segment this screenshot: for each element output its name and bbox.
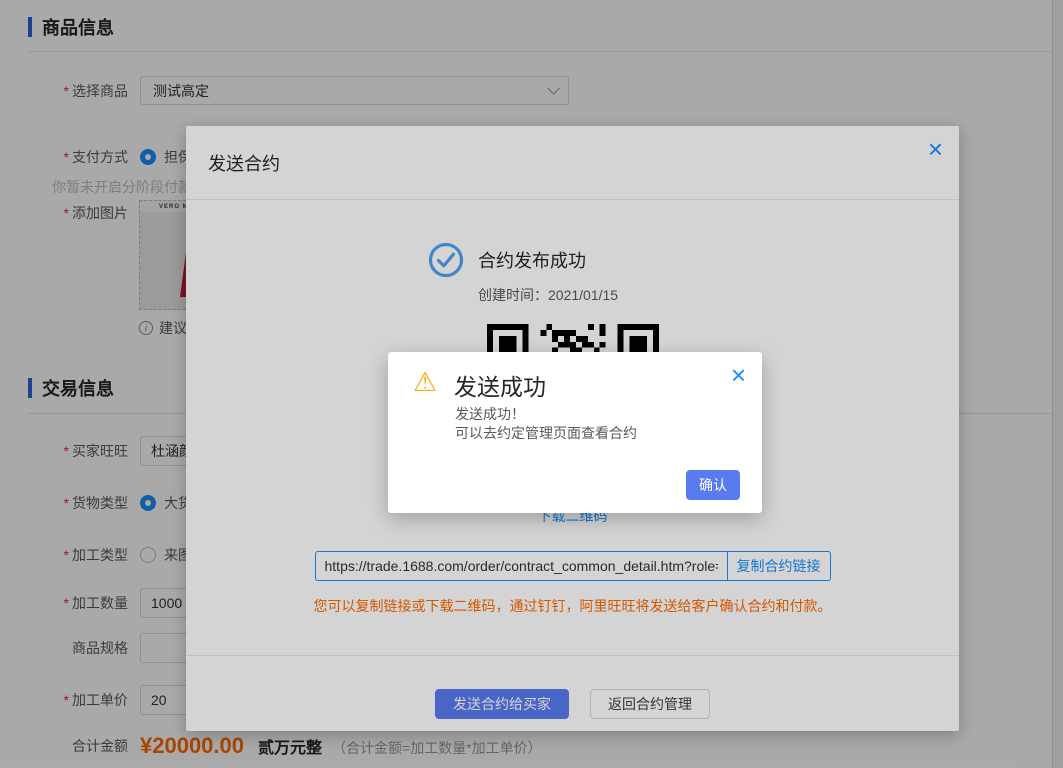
success-message-line2: 可以去约定管理页面查看合约 [455,424,637,443]
page: 商品信息 *选择商品 测试高定 *支付方式 担保 你暂未开启分阶段付款 *添加图… [0,0,1063,768]
warning-icon: ⚠ [413,369,437,396]
success-message-line1: 发送成功！ [455,405,637,424]
close-icon[interactable]: × [731,362,746,388]
success-dialog-title: 发送成功 [454,368,546,402]
success-dialog-message: 发送成功！ 可以去约定管理页面查看合约 [455,405,637,443]
send-success-dialog: ⚠ 发送成功 × 发送成功！ 可以去约定管理页面查看合约 确认 [388,352,762,513]
confirm-button[interactable]: 确认 [686,470,740,500]
